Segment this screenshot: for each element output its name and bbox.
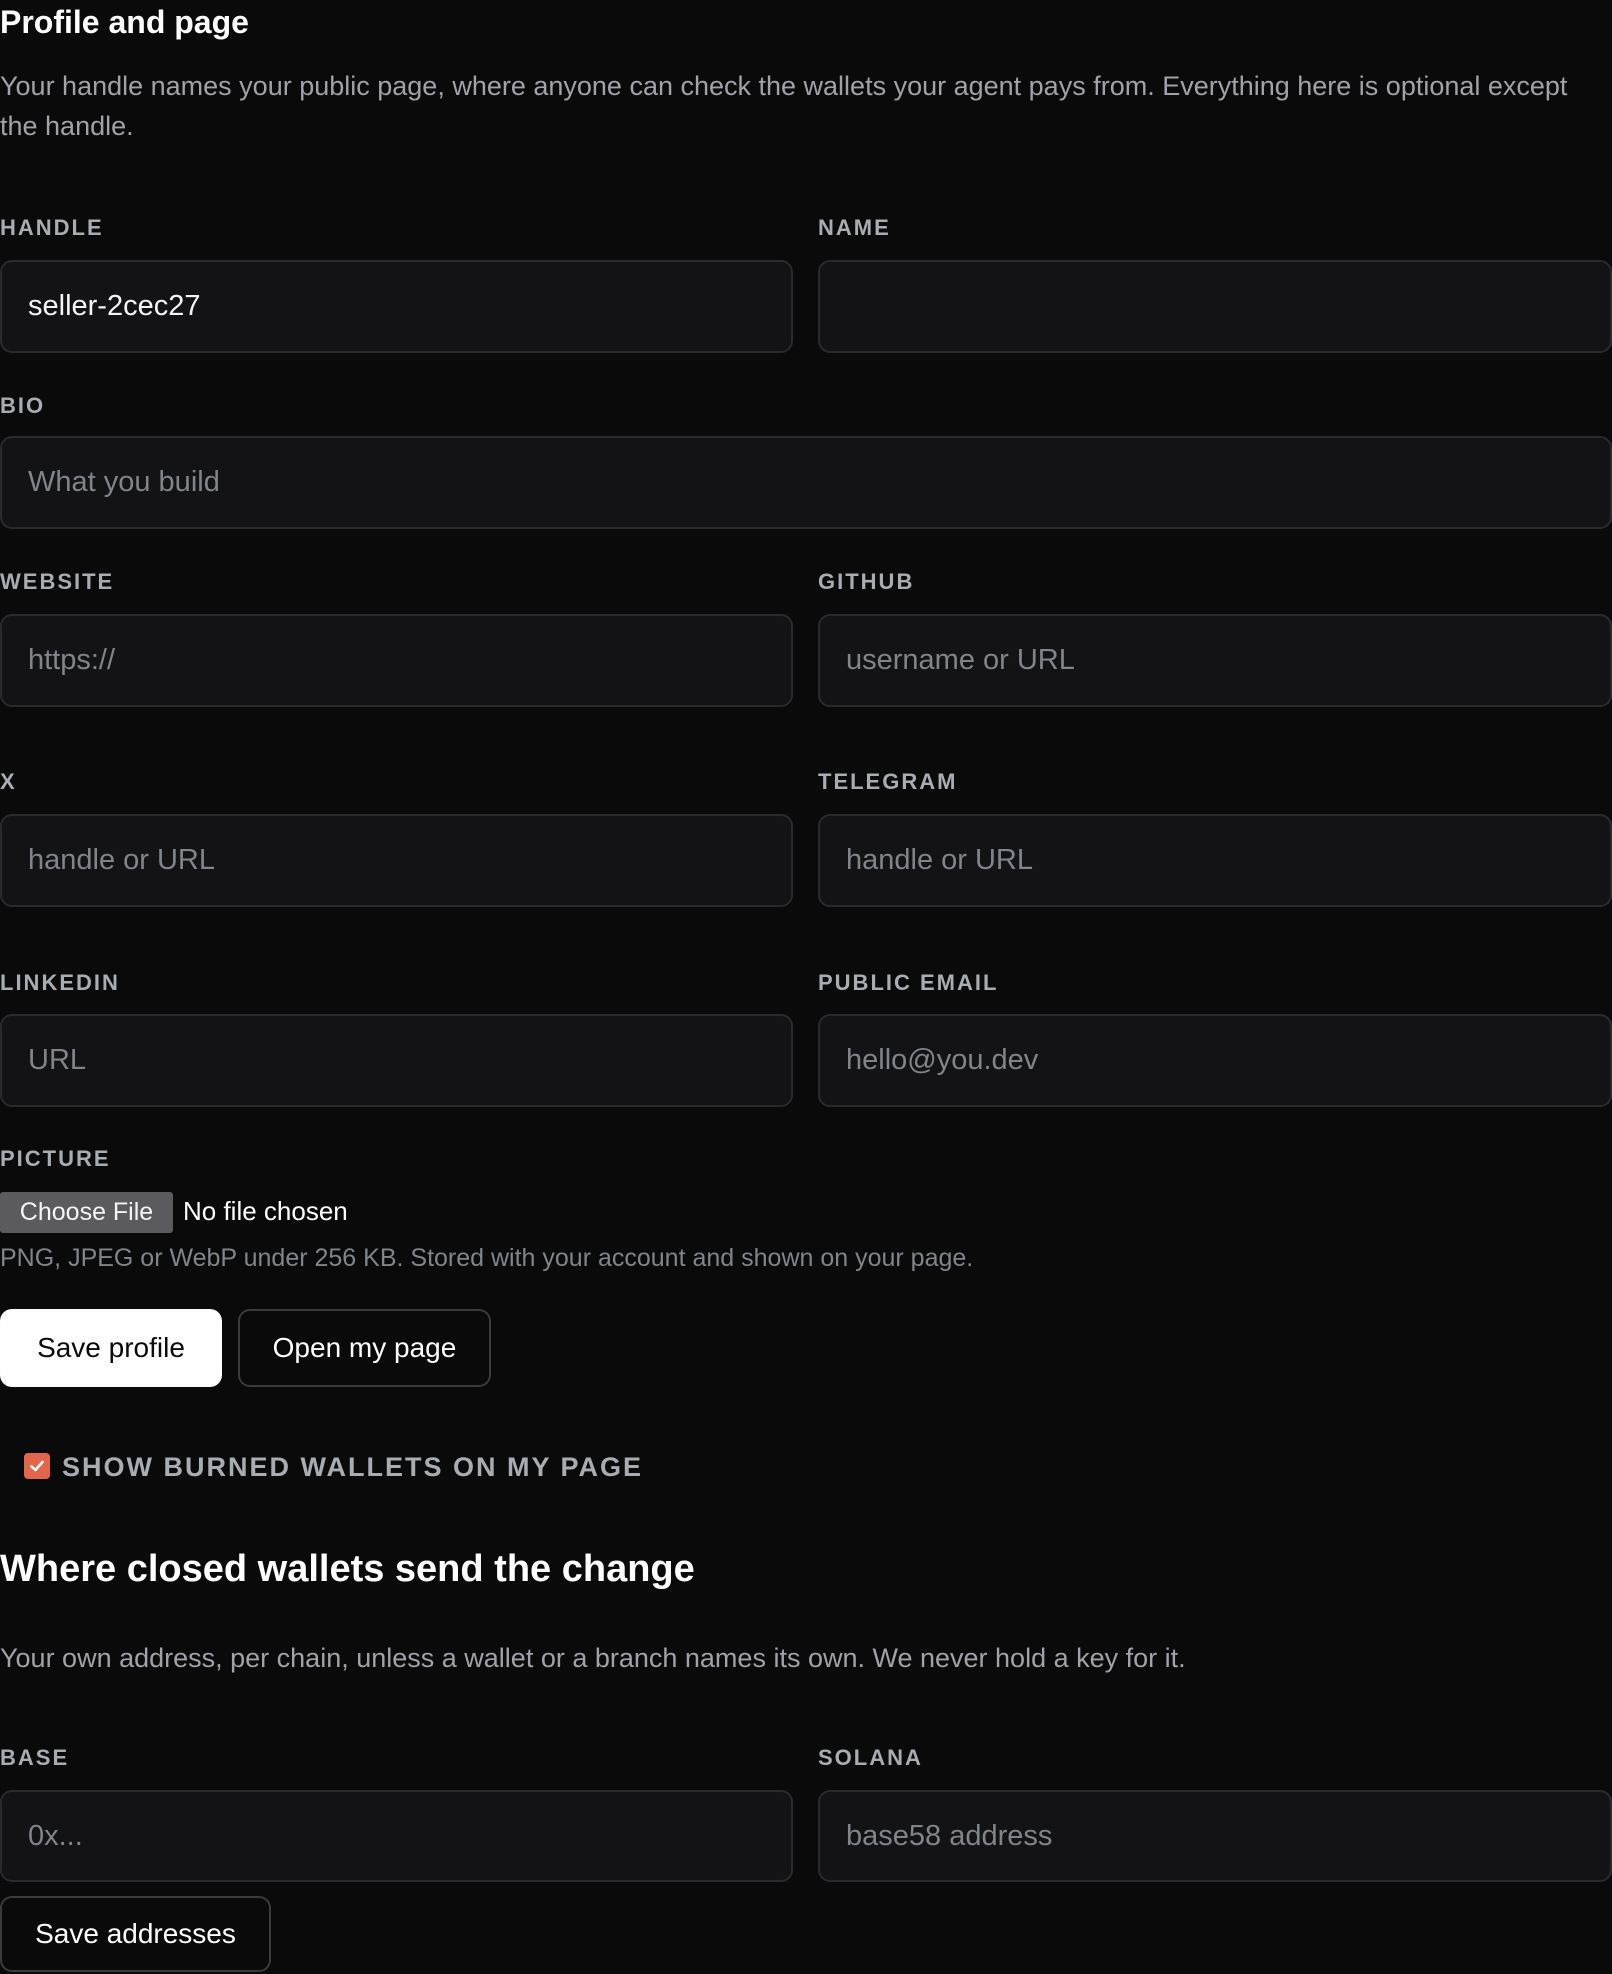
save-addresses-button[interactable]: Save addresses <box>0 1896 271 1972</box>
bio-label: BIO <box>0 393 46 418</box>
settings-page: Profile and page Your handle names your … <box>0 0 1612 1974</box>
telegram-label: TELEGRAM <box>818 769 958 794</box>
change-section-description: Your own address, per chain, unless a wa… <box>0 1643 1186 1673</box>
base-label: BASE <box>0 1745 70 1770</box>
handle-label: HANDLE <box>0 215 104 240</box>
checkmark-icon <box>30 1460 44 1472</box>
picture-hint: PNG, JPEG or WebP under 256 KB. Stored w… <box>0 1244 974 1272</box>
file-status-text: No file chosen <box>183 1196 348 1226</box>
profile-section-title: Profile and page <box>0 4 249 40</box>
telegram-input[interactable] <box>818 814 1612 907</box>
linkedin-label: LINKEDIN <box>0 970 120 995</box>
public-email-input[interactable] <box>818 1014 1612 1107</box>
change-section-title: Where closed wallets send the change <box>0 1548 695 1590</box>
x-label: X <box>0 769 17 794</box>
open-my-page-button[interactable]: Open my page <box>238 1309 491 1387</box>
profile-section-description: Your handle names your public page, wher… <box>0 71 1568 141</box>
github-label: GITHUB <box>818 569 915 594</box>
name-input[interactable] <box>818 260 1612 353</box>
save-profile-button[interactable]: Save profile <box>0 1309 222 1387</box>
bio-input[interactable] <box>0 436 1612 529</box>
website-input[interactable] <box>0 614 793 707</box>
choose-file-button[interactable]: Choose File <box>0 1192 173 1233</box>
website-label: WEBSITE <box>0 569 115 594</box>
show-burned-wallets-checkbox[interactable] <box>24 1453 50 1479</box>
name-label: NAME <box>818 215 891 240</box>
github-input[interactable] <box>818 614 1612 707</box>
picture-label: PICTURE <box>0 1146 111 1171</box>
handle-input[interactable] <box>0 260 793 353</box>
x-input[interactable] <box>0 814 793 907</box>
show-burned-wallets-label[interactable]: SHOW BURNED WALLETS ON MY PAGE <box>62 1452 643 1483</box>
base-address-input[interactable] <box>0 1790 793 1882</box>
public-email-label: PUBLIC EMAIL <box>818 970 999 995</box>
solana-address-input[interactable] <box>818 1790 1612 1882</box>
linkedin-input[interactable] <box>0 1014 793 1107</box>
solana-label: SOLANA <box>818 1745 923 1770</box>
